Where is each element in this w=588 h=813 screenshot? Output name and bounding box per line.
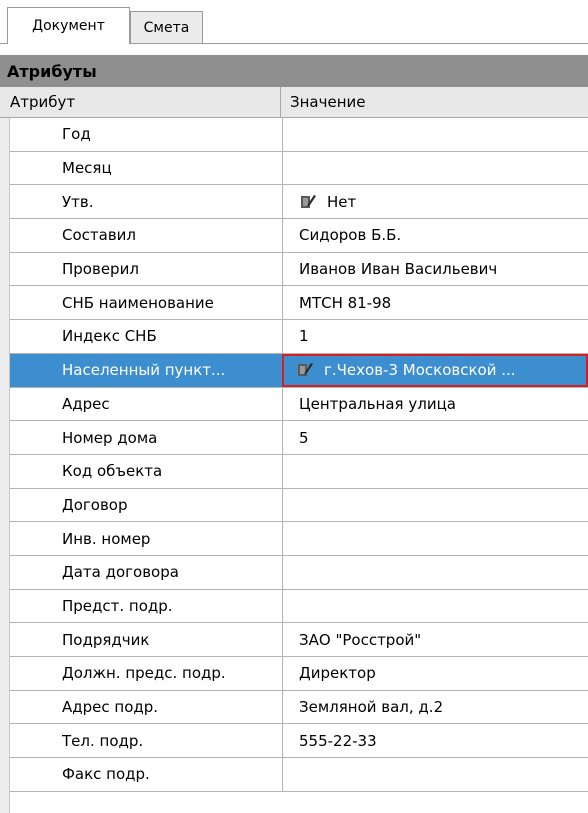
catalog-icon[interactable] [299, 193, 317, 211]
attribute-name: Адрес подр. [62, 698, 159, 717]
table-row[interactable]: Составил Сидоров Б.Б. [10, 219, 588, 253]
attribute-value: ЗАО "Росстрой" [299, 630, 422, 649]
attribute-name: Проверил [62, 260, 139, 279]
attributes-grid: Атрибут Значение Год Месяц Утв. Нет Составил… [0, 87, 588, 813]
attribute-value-cell[interactable] [282, 454, 588, 488]
attribute-value: Иванов Иван Васильевич [299, 260, 498, 279]
table-row[interactable]: Населенный пункт... г.Чехов-3 Московской … [10, 353, 588, 388]
column-header-attribute[interactable]: Атрибут [10, 87, 75, 117]
table-row[interactable]: Номер дома 5 [10, 421, 588, 455]
attribute-value-cell[interactable] [282, 488, 588, 522]
attribute-name: Год [62, 125, 91, 144]
attribute-value-cell[interactable]: ЗАО "Росстрой" [282, 623, 588, 656]
attribute-value-cell[interactable] [282, 589, 588, 623]
attribute-name: Инв. номер [62, 529, 151, 548]
attribute-value-cell[interactable]: г.Чехов-3 Московской ... [282, 353, 588, 387]
attribute-name: Предст. подр. [62, 596, 173, 615]
table-row[interactable]: Должн. предс. подр. Директор [10, 657, 588, 691]
attribute-value: 5 [299, 428, 309, 447]
attribute-value: 555-22-33 [299, 731, 377, 750]
group-header-attributes[interactable]: Атрибуты [0, 55, 588, 87]
attribute-name: Факс подр. [62, 765, 150, 784]
tab-document-label: Документ [32, 18, 105, 34]
attribute-name: Населенный пункт... [62, 361, 226, 380]
attribute-value-cell[interactable]: Нет [282, 185, 588, 219]
attribute-value-cell[interactable] [282, 758, 588, 791]
attribute-value-cell[interactable] [282, 118, 588, 151]
row-indicator-bar [0, 87, 10, 813]
catalog-icon[interactable] [296, 361, 314, 379]
table-row[interactable]: Тел. подр. 555-22-33 [10, 724, 588, 759]
attribute-value: Центральная улица [299, 394, 456, 413]
tab-estimate[interactable]: Смета [130, 11, 203, 44]
attribute-name: Индекс СНБ [62, 327, 157, 346]
table-row[interactable]: Договор [10, 488, 588, 523]
table-row[interactable]: Месяц [10, 151, 588, 186]
table-row[interactable]: Адрес Центральная улица [10, 387, 588, 422]
attribute-value: Нет [327, 192, 357, 211]
tab-document[interactable]: Документ [7, 7, 130, 44]
attribute-value: 1 [299, 327, 309, 346]
table-row[interactable]: Факс подр. [10, 758, 588, 792]
attribute-value-cell[interactable] [282, 522, 588, 555]
table-row[interactable]: Индекс СНБ 1 [10, 320, 588, 354]
table-row[interactable]: Утв. Нет [10, 185, 588, 220]
attribute-value: Сидоров Б.Б. [299, 226, 402, 245]
table-row[interactable]: СНБ наименование МТСН 81-98 [10, 286, 588, 321]
attribute-value-cell[interactable]: 5 [282, 421, 588, 454]
table-row[interactable]: Адрес подр. Земляной вал, д.2 [10, 690, 588, 725]
attribute-value-cell[interactable]: Сидоров Б.Б. [282, 219, 588, 252]
attribute-value: МТСН 81-98 [299, 293, 392, 312]
group-header-label: Атрибуты [7, 61, 97, 81]
attribute-value-cell[interactable]: Земляной вал, д.2 [282, 690, 588, 724]
table-row[interactable]: Код объекта [10, 454, 588, 489]
attribute-name: Должн. предс. подр. [62, 664, 226, 683]
column-separator[interactable] [280, 87, 281, 118]
attribute-value-cell[interactable]: Центральная улица [282, 387, 588, 421]
attribute-value-cell[interactable] [282, 555, 588, 589]
attribute-name: Тел. подр. [62, 731, 144, 750]
attribute-value-cell[interactable]: Директор [282, 657, 588, 690]
attribute-name: СНБ наименование [62, 293, 214, 312]
table-row[interactable]: Проверил Иванов Иван Васильевич [10, 252, 588, 287]
attribute-name: Утв. [62, 192, 94, 211]
column-header-value[interactable]: Значение [290, 87, 366, 117]
attribute-value-cell[interactable]: Иванов Иван Васильевич [282, 252, 588, 286]
attribute-name: Договор [62, 495, 128, 514]
tab-estimate-label: Смета [143, 20, 190, 36]
table-row[interactable]: Год [10, 118, 588, 152]
table-row[interactable]: Подрядчик ЗАО "Росстрой" [10, 623, 588, 657]
tab-strip: Документ Смета [0, 0, 588, 44]
attribute-name: Номер дома [62, 428, 158, 447]
attribute-name: Подрядчик [62, 630, 150, 649]
attribute-name: Код объекта [62, 462, 163, 481]
attribute-value-cell[interactable]: 1 [282, 320, 588, 353]
attribute-name: Адрес [62, 394, 110, 413]
attribute-value-cell[interactable]: МТСН 81-98 [282, 286, 588, 320]
attribute-rows: Год Месяц Утв. Нет Составил Сидоров Б.Б. Прове… [10, 118, 588, 792]
attribute-value: Земляной вал, д.2 [299, 698, 444, 717]
table-row[interactable]: Дата договора [10, 555, 588, 590]
attribute-name: Составил [62, 226, 137, 245]
attribute-value-cell[interactable] [282, 151, 588, 185]
column-header: Атрибут Значение [0, 87, 588, 118]
attribute-name: Месяц [62, 159, 112, 178]
attribute-name: Дата договора [62, 563, 179, 582]
attribute-value: Директор [299, 664, 376, 683]
table-row[interactable]: Инв. номер [10, 522, 588, 556]
attribute-value-cell[interactable]: 555-22-33 [282, 724, 588, 758]
table-row[interactable]: Предст. подр. [10, 589, 588, 624]
attribute-value: г.Чехов-3 Московской ... [324, 361, 516, 380]
